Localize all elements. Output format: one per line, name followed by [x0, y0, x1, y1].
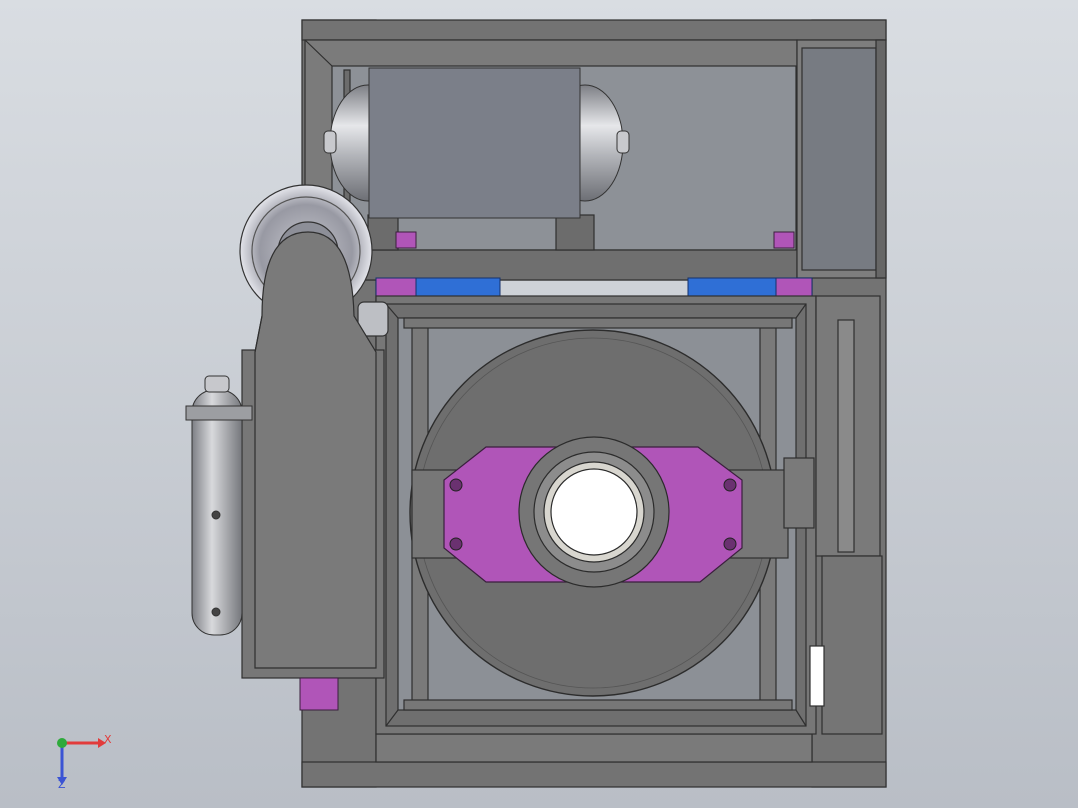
bottom-bracket [299, 677, 339, 711]
assembly-drawing [57, 19, 887, 788]
drive-motors [375, 277, 813, 297]
cad-viewport[interactable]: X Z [0, 0, 1078, 808]
electrical-cabinet [796, 39, 887, 279]
z-axis-label: Z [58, 778, 66, 791]
bearing-ring [518, 436, 670, 588]
y-axis-dot [57, 738, 67, 748]
x-axis-label: X [104, 733, 112, 746]
vertical-air-tank [185, 375, 253, 636]
horizontal-air-tank [323, 67, 630, 219]
